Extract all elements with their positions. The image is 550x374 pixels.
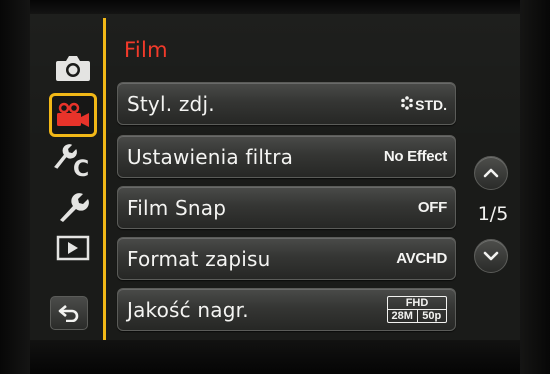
photo-style-value: STD. (400, 95, 447, 113)
page-up-button[interactable] (474, 156, 508, 190)
page-down-button[interactable] (474, 239, 508, 273)
bezel (0, 0, 550, 14)
playback-icon (56, 235, 90, 261)
custom-wrench-icon: C (54, 144, 89, 178)
tab-custom[interactable]: C (48, 140, 98, 180)
back-button[interactable] (50, 296, 88, 330)
camera-icon (56, 56, 90, 81)
menu-item-label: Film Snap (127, 195, 227, 220)
bezel (520, 0, 550, 374)
chevron-up-icon (483, 168, 499, 178)
menu-item-photo-style[interactable]: Styl. zdj. STD. (117, 82, 456, 125)
wrench-icon (60, 193, 89, 222)
menu-item-rec-quality[interactable]: Jakość nagr. FHD 28M 50p (117, 288, 456, 331)
menu-item-film-snap[interactable]: Film Snap OFF (117, 186, 456, 229)
page-indicator: 1/5 (477, 203, 509, 225)
bezel (0, 340, 550, 374)
menu-item-label: Jakość nagr. (127, 297, 249, 322)
menu-title: Film (124, 38, 168, 62)
tab-photo[interactable] (48, 48, 98, 88)
svg-text:C: C (73, 157, 89, 178)
menu-item-rec-format[interactable]: Format zapisu AVCHD (117, 237, 456, 280)
menu-item-label: Styl. zdj. (127, 91, 215, 116)
photo-style-icon (401, 95, 413, 110)
menu-item-label: Ustawienia filtra (127, 144, 294, 169)
menu-item-filter-settings[interactable]: Ustawienia filtra No Effect (117, 135, 456, 178)
rec-quality-badge: FHD 28M 50p (387, 296, 447, 323)
filter-settings-value: No Effect (383, 148, 447, 165)
film-snap-value: OFF (417, 199, 447, 216)
accent-divider (103, 18, 106, 340)
back-arrow-icon (58, 305, 79, 322)
bezel (0, 0, 30, 374)
tab-setup[interactable] (48, 186, 98, 226)
chevron-down-icon (483, 251, 499, 261)
menu-item-label: Format zapisu (127, 246, 271, 271)
video-camera-icon (57, 102, 89, 127)
rec-format-value: AVCHD (396, 250, 447, 267)
tab-video[interactable] (49, 93, 97, 137)
tab-playback[interactable] (48, 228, 98, 268)
menu-tab-bar: C (42, 22, 104, 340)
